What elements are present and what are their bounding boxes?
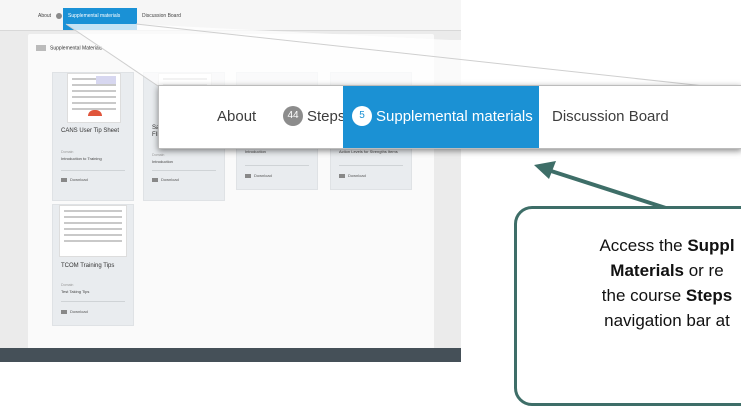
card-domain: Introduction (152, 159, 173, 164)
divider (61, 301, 125, 302)
arrow-shaft (547, 168, 673, 212)
folder-icon (36, 45, 46, 51)
divider (339, 165, 403, 166)
document-thumbnail (59, 205, 127, 257)
section-header: Supplemental Materials (36, 45, 102, 51)
card-title: CANS User Tip Sheet (61, 128, 120, 134)
download-button[interactable]: Download (339, 173, 366, 178)
arrow-head (534, 161, 556, 179)
download-button[interactable]: Download (245, 173, 272, 178)
course-nav-zoomed: About 44 Steps 5 Supplemental materials Di… (158, 85, 741, 149)
card-domain: Introduction (245, 149, 266, 154)
nav-about[interactable]: About (217, 86, 256, 148)
download-icon (152, 177, 158, 182)
supplemental-count-badge: 5 (352, 106, 372, 127)
card-domain-label: Domain (61, 150, 74, 154)
nav-supplemental-small[interactable]: Supplemental materials (63, 8, 137, 30)
material-card[interactable]: CANS User Tip Sheet Domain Introduction … (52, 72, 134, 201)
document-thumbnail (67, 73, 121, 123)
divider (61, 170, 125, 171)
download-icon (61, 309, 67, 314)
download-button[interactable]: Download (61, 177, 88, 182)
steps-count-badge: 44 (283, 106, 303, 127)
download-icon (339, 173, 345, 178)
nav-discussion-small[interactable]: Discussion Board (142, 13, 181, 19)
nav-about-small[interactable]: About (38, 13, 51, 19)
annotation-callout: Access the Suppl Materials or re the cou… (514, 206, 741, 406)
card-domain-label: Domain (152, 153, 165, 157)
steps-count-badge (56, 13, 62, 19)
nav-supplemental-materials[interactable]: 5 Supplemental materials (343, 86, 539, 148)
nav-steps[interactable]: 44 Steps (283, 86, 345, 148)
nav-discussion-board[interactable]: Discussion Board (552, 86, 669, 148)
download-icon (245, 173, 251, 178)
download-button[interactable]: Download (61, 309, 88, 314)
card-domain-label: Domain (61, 283, 74, 287)
card-domain: Introduction to Training (61, 156, 102, 161)
download-button[interactable]: Download (152, 177, 179, 182)
background-screenshot: About Supplemental materials Discussion … (0, 0, 461, 362)
annotation-text: Access the Suppl Materials or re the cou… (599, 236, 735, 330)
footer-bar (0, 348, 461, 362)
card-title: TCOM Training Tips (61, 263, 115, 269)
course-nav-small: About Supplemental materials Discussion … (0, 0, 461, 31)
card-domain: Test Taking Tips (61, 289, 90, 294)
card-domain: Action Levels for Strengths Items (339, 149, 398, 154)
nav-steps-small[interactable] (56, 13, 62, 19)
divider (152, 170, 216, 171)
divider (245, 165, 309, 166)
material-card[interactable]: TCOM Training Tips Domain Test Taking Ti… (52, 204, 134, 326)
download-icon (61, 177, 67, 182)
